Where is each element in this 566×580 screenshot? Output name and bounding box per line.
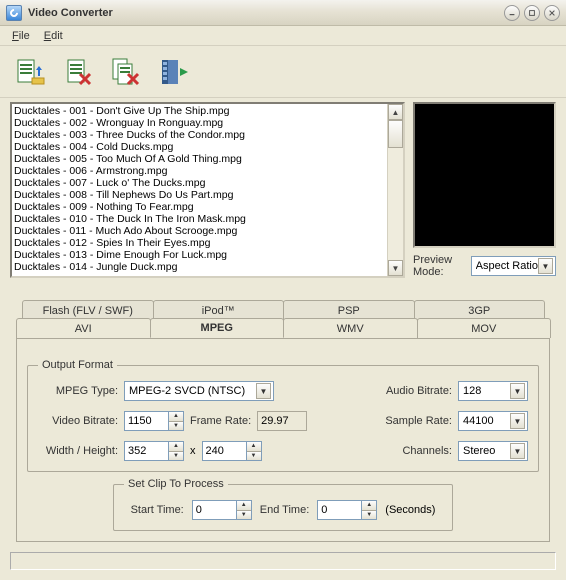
mpeg-type-label: MPEG Type:: [38, 385, 118, 397]
list-item[interactable]: Ducktales - 012 - Spies In Their Eyes.mp…: [14, 237, 385, 249]
add-files-button[interactable]: [10, 52, 50, 92]
tab-mpeg[interactable]: MPEG: [150, 318, 285, 338]
list-item[interactable]: Ducktales - 004 - Cold Ducks.mpg: [14, 141, 385, 153]
end-time-input[interactable]: ▲▼: [317, 500, 377, 520]
chevron-down-icon: ▼: [538, 258, 553, 274]
frame-rate-label: Frame Rate:: [190, 415, 251, 427]
remove-file-button[interactable]: [58, 52, 98, 92]
clip-group: Set Clip To Process Start Time: ▲▼ End T…: [113, 478, 453, 531]
convert-button[interactable]: [154, 52, 194, 92]
output-format-group: Output Format MPEG Type: MPEG-2 SVCD (NT…: [27, 359, 539, 472]
list-item[interactable]: Ducktales - 001 - Don't Give Up The Ship…: [14, 105, 385, 117]
audio-bitrate-label: Audio Bitrate:: [386, 385, 452, 397]
scroll-down-button[interactable]: ▼: [388, 260, 403, 276]
width-height-label: Width / Height:: [38, 445, 118, 457]
menu-edit[interactable]: Edit: [38, 28, 69, 44]
preview-display: [413, 102, 556, 248]
window-title: Video Converter: [28, 7, 504, 19]
list-item[interactable]: Ducktales - 009 - Nothing To Fear.mpg: [14, 201, 385, 213]
sample-rate-select[interactable]: 44100▼: [458, 411, 528, 431]
mpeg-type-select[interactable]: MPEG-2 SVCD (NTSC)▼: [124, 381, 274, 401]
spin-up-icon[interactable]: ▲: [362, 501, 376, 511]
seconds-label: (Seconds): [385, 504, 435, 516]
x-separator: x: [190, 445, 196, 457]
start-time-label: Start Time:: [131, 504, 184, 516]
tab-mov[interactable]: MOV: [417, 318, 552, 338]
list-item[interactable]: Ducktales - 007 - Luck o' The Ducks.mpg: [14, 177, 385, 189]
tab-flash-flv-swf-[interactable]: Flash (FLV / SWF): [22, 300, 154, 320]
close-button[interactable]: [544, 5, 560, 21]
spin-down-icon[interactable]: ▼: [169, 452, 183, 461]
spin-down-icon[interactable]: ▼: [362, 511, 376, 520]
channels-select[interactable]: Stereo▼: [458, 441, 528, 461]
tab-3gp[interactable]: 3GP: [414, 300, 546, 320]
spin-up-icon[interactable]: ▲: [237, 501, 251, 511]
audio-bitrate-select[interactable]: 128▼: [458, 381, 528, 401]
toolbar: [0, 46, 566, 98]
tab-psp[interactable]: PSP: [283, 300, 415, 320]
list-item[interactable]: Ducktales - 002 - Wronguay In Ronguay.mp…: [14, 117, 385, 129]
start-time-input[interactable]: ▲▼: [192, 500, 252, 520]
chevron-down-icon: ▼: [510, 443, 525, 459]
tab-avi[interactable]: AVI: [16, 318, 151, 338]
spin-down-icon[interactable]: ▼: [169, 422, 183, 431]
preview-mode-select[interactable]: Aspect Ratio ▼: [471, 256, 556, 276]
chevron-down-icon: ▼: [510, 413, 525, 429]
video-bitrate-label: Video Bitrate:: [38, 415, 118, 427]
output-format-legend: Output Format: [38, 359, 117, 371]
scroll-track[interactable]: [388, 120, 403, 260]
video-bitrate-input[interactable]: ▲▼: [124, 411, 184, 431]
list-item[interactable]: Ducktales - 006 - Armstrong.mpg: [14, 165, 385, 177]
clear-list-button[interactable]: [106, 52, 146, 92]
list-item[interactable]: Ducktales - 014 - Jungle Duck.mpg: [14, 261, 385, 273]
statusbar: [10, 552, 556, 570]
spin-up-icon[interactable]: ▲: [169, 442, 183, 452]
list-item[interactable]: Ducktales - 003 - Three Ducks of the Con…: [14, 129, 385, 141]
scroll-thumb[interactable]: [388, 120, 403, 148]
scrollbar[interactable]: ▲ ▼: [387, 104, 403, 276]
list-item[interactable]: Ducktales - 010 - The Duck In The Iron M…: [14, 213, 385, 225]
width-input[interactable]: ▲▼: [124, 441, 184, 461]
spin-up-icon[interactable]: ▲: [169, 412, 183, 422]
frame-rate-field: [257, 411, 307, 431]
list-item[interactable]: Ducktales - 005 - Too Much Of A Gold Thi…: [14, 153, 385, 165]
clip-legend: Set Clip To Process: [124, 478, 228, 490]
maximize-button[interactable]: [524, 5, 540, 21]
scroll-up-button[interactable]: ▲: [388, 104, 403, 120]
file-list[interactable]: Ducktales - 001 - Don't Give Up The Ship…: [10, 102, 405, 278]
titlebar: Video Converter: [0, 0, 566, 26]
height-input[interactable]: ▲▼: [202, 441, 262, 461]
end-time-label: End Time:: [260, 504, 310, 516]
menubar: File Edit: [0, 26, 566, 46]
spin-up-icon[interactable]: ▲: [247, 442, 261, 452]
sample-rate-label: Sample Rate:: [385, 415, 452, 427]
list-item[interactable]: Ducktales - 013 - Dime Enough For Luck.m…: [14, 249, 385, 261]
channels-label: Channels:: [402, 445, 452, 457]
preview-mode-label: Preview Mode:: [413, 254, 467, 278]
chevron-down-icon: ▼: [510, 383, 525, 399]
list-item[interactable]: Ducktales - 011 - Much Ado About Scrooge…: [14, 225, 385, 237]
spin-down-icon[interactable]: ▼: [237, 511, 251, 520]
app-icon: [6, 5, 22, 21]
menu-file[interactable]: File: [6, 28, 36, 44]
chevron-down-icon: ▼: [256, 383, 271, 399]
minimize-button[interactable]: [504, 5, 520, 21]
tab-wmv[interactable]: WMV: [283, 318, 418, 338]
spin-down-icon[interactable]: ▼: [247, 452, 261, 461]
tab-ipod-[interactable]: iPod™: [153, 300, 285, 320]
list-item[interactable]: Ducktales - 008 - Till Nephews Do Us Par…: [14, 189, 385, 201]
